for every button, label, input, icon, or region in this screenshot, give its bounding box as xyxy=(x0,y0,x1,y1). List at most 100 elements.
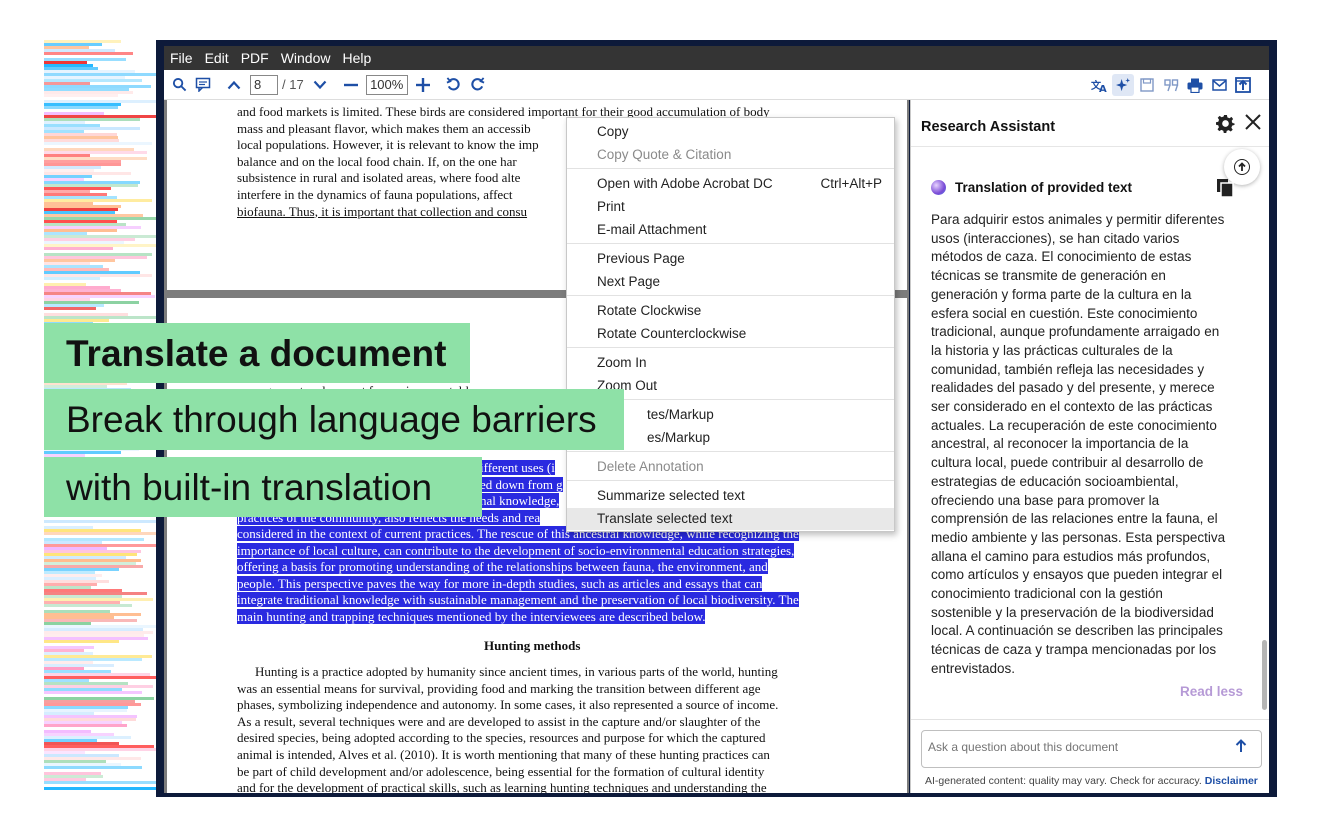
selected-text-line: ifferent uses (i xyxy=(480,460,555,475)
menu-item-copy[interactable]: Copy xyxy=(597,124,629,139)
page-text-selected: considered in the context of current pra… xyxy=(237,526,799,626)
menu-item-show-notes[interactable]: tes/Markup xyxy=(647,407,714,422)
selected-text-line: main hunting and trapping techniques men… xyxy=(237,608,706,624)
banner-subline-1: Break through language barriers xyxy=(44,389,624,450)
selected-text-line: people. This perspective paves the way f… xyxy=(237,575,763,591)
banner-subline-2: with built-in translation xyxy=(44,457,482,517)
translation-line: realidades del pasado y del presente, y … xyxy=(931,380,1215,396)
selected-text-line: ed down from g xyxy=(480,476,563,492)
selected-text-line: nal knowledge, xyxy=(480,493,560,509)
email-icon[interactable] xyxy=(1208,74,1230,96)
menu-item-email[interactable]: E-mail Attachment xyxy=(597,222,707,237)
translation-line: métodos de caza. El conocimiento de esta… xyxy=(931,249,1192,265)
comment-icon[interactable] xyxy=(192,74,214,96)
text-line: desired species, being adopted according… xyxy=(237,730,766,746)
page-count: / 17 xyxy=(282,77,304,92)
quote-icon[interactable] xyxy=(1160,74,1182,96)
menu-bar: File Edit PDF Window Help xyxy=(164,46,1269,70)
screenshot-stage: File Edit PDF Window Help 8 / 17 100% 文 … xyxy=(0,0,1340,838)
menu-separator xyxy=(567,243,894,244)
translation-line: comunidad, también refleja las necesidad… xyxy=(931,361,1205,377)
gear-icon[interactable] xyxy=(1216,114,1235,139)
read-less-link[interactable]: Read less xyxy=(1180,684,1243,699)
menu-item-copy-quote[interactable]: Copy Quote & Citation xyxy=(597,147,731,162)
translation-line: allana el camino para estudios más profu… xyxy=(931,548,1211,564)
close-icon[interactable] xyxy=(1245,113,1261,136)
menu-item-open-with[interactable]: Open with Adobe Acrobat DC xyxy=(597,176,773,191)
menu-item-translate[interactable]: Translate selected text xyxy=(597,511,732,526)
translation-line: ancestral, al reconocer la importancia d… xyxy=(931,436,1189,452)
menu-item-previous-page[interactable]: Previous Page xyxy=(597,251,685,266)
selected-text-line: integrate traditional knowledge with sus… xyxy=(237,592,799,608)
translation-line: ser considerado en el contexto de las pr… xyxy=(931,399,1213,415)
text-line: be part of child development and/or adol… xyxy=(237,763,765,779)
translation-line: sostenible y la preservación de la biodi… xyxy=(931,604,1214,620)
svg-text:A: A xyxy=(1099,84,1107,93)
translation-line: usos (interacciones), se han citado vari… xyxy=(931,230,1180,246)
text-line: As a result, several techniques were and… xyxy=(237,713,761,729)
ai-sparkle-icon[interactable] xyxy=(1112,74,1134,96)
menu-item-rotate-counterclockwise[interactable]: Rotate Counterclockwise xyxy=(597,326,746,341)
translation-body: Para adquirir estos animales y permitir … xyxy=(931,211,1249,679)
menu-item-print[interactable]: Print xyxy=(597,199,625,214)
menu-item-hide-notes[interactable]: es/Markup xyxy=(647,430,710,445)
open-with-shortcut: Ctrl+Alt+P xyxy=(820,176,882,191)
menu-separator xyxy=(567,168,894,169)
toolbar: 8 / 17 100% 文A xyxy=(164,70,1269,100)
section-heading: Hunting methods xyxy=(484,638,581,653)
menu-item-summarize[interactable]: Summarize selected text xyxy=(597,488,745,503)
disclaimer-link[interactable]: Disclaimer xyxy=(1205,775,1258,787)
arrow-up-circle-icon xyxy=(1234,159,1250,175)
context-menu: Copy Copy Quote & Citation Open with Ado… xyxy=(566,117,895,532)
menu-edit[interactable]: Edit xyxy=(199,50,235,66)
translation-line: generación y forma parte de la cultura e… xyxy=(931,286,1192,302)
text-line: animal is intended, Alves et al. (2010).… xyxy=(237,746,770,762)
rotate-clockwise-icon[interactable] xyxy=(467,74,489,96)
banner-headline: Translate a document xyxy=(44,323,470,383)
print-icon[interactable] xyxy=(1184,74,1206,96)
menu-help[interactable]: Help xyxy=(336,50,377,66)
page-text-body: Hunting is a practice adopted by humanit… xyxy=(237,664,778,793)
search-icon[interactable] xyxy=(168,74,190,96)
translation-line: estrategias de educación socioambiental, xyxy=(931,473,1179,489)
text-line: Hunting is a practice adopted by humanit… xyxy=(255,664,778,679)
menu-item-rotate-clockwise[interactable]: Rotate Clockwise xyxy=(597,303,701,318)
save-icon[interactable] xyxy=(1136,74,1158,96)
ask-question-box[interactable] xyxy=(921,730,1262,768)
translation-line: cultura local, puede contribuir al desar… xyxy=(931,455,1204,471)
menu-separator xyxy=(567,480,894,481)
rotate-counterclockwise-icon[interactable] xyxy=(443,74,465,96)
toolbar-right-group: 文A xyxy=(1087,74,1255,96)
send-arrow-icon[interactable] xyxy=(1235,738,1247,758)
translation-line: la historia y las prácticas culturales d… xyxy=(931,342,1173,358)
menu-pdf[interactable]: PDF xyxy=(235,50,275,66)
zoom-out-icon[interactable] xyxy=(340,74,362,96)
zoom-in-icon[interactable] xyxy=(412,74,434,96)
translation-line: actuales. La recuperación de este conoci… xyxy=(931,417,1217,433)
translation-line: entrevistados. xyxy=(931,660,1016,676)
panel-footer-divider xyxy=(911,719,1269,720)
menu-file[interactable]: File xyxy=(164,50,199,66)
menu-separator xyxy=(567,451,894,452)
panel-scrollbar-thumb[interactable] xyxy=(1262,640,1267,710)
export-icon[interactable] xyxy=(1232,74,1254,96)
copy-icon[interactable] xyxy=(1216,178,1234,203)
translation-line: ofreciendo una base para promover la xyxy=(931,492,1160,508)
ai-disclaimer-footer: AI-generated content: quality may vary. … xyxy=(925,775,1258,787)
page-number-input[interactable]: 8 xyxy=(250,74,278,95)
menu-item-delete-annotation[interactable]: Delete Annotation xyxy=(597,459,704,474)
ask-question-input[interactable] xyxy=(928,740,1218,754)
selected-text-line: offering a basis for promoting understan… xyxy=(237,559,768,575)
panel-title: Research Assistant xyxy=(921,119,1056,135)
menu-item-next-page[interactable]: Next Page xyxy=(597,274,660,289)
research-assistant-panel: Research Assistant Translation of provid… xyxy=(910,100,1269,793)
text-line: phases, symbolizing independence and aut… xyxy=(237,697,779,713)
text-line: was an essential means for survival, pro… xyxy=(237,680,761,696)
menu-separator xyxy=(567,295,894,296)
chevron-up-icon[interactable] xyxy=(223,74,245,96)
menu-item-zoom-in[interactable]: Zoom In xyxy=(597,355,647,370)
translate-icon[interactable]: 文A xyxy=(1088,74,1110,96)
menu-window[interactable]: Window xyxy=(275,50,337,66)
zoom-level-input[interactable]: 100% xyxy=(365,74,408,95)
chevron-down-icon[interactable] xyxy=(309,74,331,96)
